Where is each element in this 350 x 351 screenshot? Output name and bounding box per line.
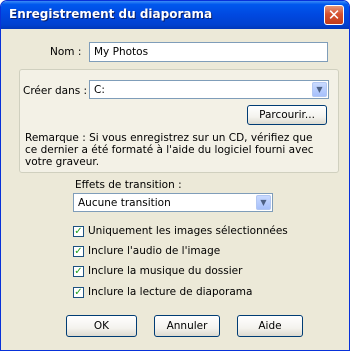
checkbox-check-icon[interactable]: ✓ <box>73 266 84 277</box>
checkbox-check-icon[interactable]: ✓ <box>73 226 84 237</box>
close-icon: ✕ <box>327 6 341 24</box>
transition-value: Aucune transition <box>78 197 171 209</box>
checkbox-label: Inclure l'audio de l'image <box>88 245 221 257</box>
checkbox-label: Inclure la lecture de diaporama <box>88 286 253 298</box>
name-input[interactable]: My Photos <box>89 42 328 62</box>
browse-button[interactable]: Parcourir... <box>247 105 327 125</box>
transition-label: Effets de transition : <box>75 179 182 191</box>
dialog-window: Enregistrement du diaporama ✕ Nom : My P… <box>0 0 350 351</box>
checkbox-check-icon[interactable]: ✓ <box>73 246 84 257</box>
create-in-select[interactable]: C: ▼ <box>89 80 329 99</box>
close-button[interactable]: ✕ <box>324 5 344 25</box>
title-bar[interactable]: Enregistrement du diaporama ✕ <box>1 1 349 29</box>
transition-select[interactable]: Aucune transition ▼ <box>73 193 273 212</box>
chevron-down-icon[interactable]: ▼ <box>312 82 327 97</box>
name-input-value: My Photos <box>94 46 149 58</box>
chevron-down-icon[interactable]: ▼ <box>256 195 271 210</box>
dialog-body: Nom : My Photos Créer dans : C: ▼ Parcou… <box>1 29 349 350</box>
checkbox-check-icon[interactable]: ✓ <box>73 287 84 298</box>
name-label: Nom : <box>50 46 82 58</box>
create-in-value: C: <box>94 84 105 96</box>
cancel-button[interactable]: Annuler <box>154 315 220 337</box>
window-title: Enregistrement du diaporama <box>9 7 213 21</box>
cd-note: Remarque : Si vous enregistrez sur un CD… <box>25 132 314 168</box>
checkbox-label: Uniquement les images sélectionnées <box>88 225 288 237</box>
help-button[interactable]: Aide <box>237 315 303 337</box>
create-in-label: Créer dans : <box>23 85 88 97</box>
ok-button[interactable]: OK <box>66 315 137 337</box>
checkbox-label: Inclure la musique du dossier <box>88 265 243 277</box>
